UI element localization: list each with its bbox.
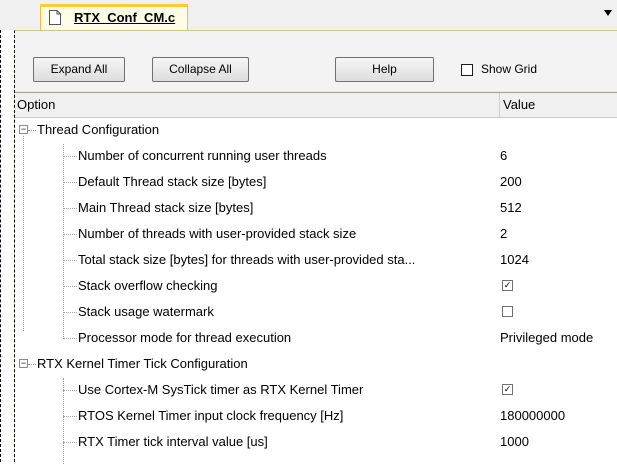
option-value[interactable]: 6 [500, 148, 507, 163]
tree-branch-line [63, 378, 64, 464]
option-value[interactable]: 512 [500, 200, 522, 215]
option-value[interactable]: 180000000 [500, 408, 565, 423]
column-divider[interactable] [499, 93, 500, 117]
tree-connector [63, 156, 77, 157]
tree-item[interactable]: Number of concurrent running user thread… [15, 144, 617, 170]
option-value[interactable]: 1000 [500, 434, 529, 449]
option-label: Default Thread stack size [bytes] [78, 174, 267, 189]
options-grid: Option Value − Thread Configuration Numb… [15, 92, 617, 464]
option-value[interactable]: 200 [500, 174, 522, 189]
tree-item[interactable]: Stack usage watermark [15, 300, 617, 326]
tree-connector [63, 286, 77, 287]
option-label: Main Thread stack size [bytes] [78, 200, 254, 215]
tree-item[interactable]: Use Cortex-M SysTick timer as RTX Kernel… [15, 378, 617, 404]
group-label: RTX Kernel Timer Tick Configuration [37, 356, 248, 371]
tree-connector [63, 260, 77, 261]
show-grid-checkbox[interactable] [461, 64, 473, 76]
expand-all-button[interactable]: Expand All [33, 57, 125, 82]
tab-rtx-conf-file[interactable]: RTX_Conf_CM.c [40, 4, 188, 30]
option-label: Stack usage watermark [78, 304, 214, 319]
tree-connector [63, 338, 77, 339]
option-label: Total stack size [bytes] for threads wit… [78, 252, 416, 267]
option-label: Processor mode for thread execution [78, 330, 292, 345]
tree-connector [63, 208, 77, 209]
value-column-header[interactable]: Value [503, 97, 535, 112]
tab-dropdown-icon[interactable] [604, 10, 612, 16]
collapse-toggle-icon[interactable]: − [19, 125, 28, 134]
tree-item[interactable]: Processor mode for thread execution Priv… [15, 326, 617, 352]
option-column-header[interactable]: Option [17, 97, 55, 112]
option-value[interactable]: 2 [500, 226, 507, 241]
tab-title: RTX_Conf_CM.c [74, 10, 176, 25]
tree-connector [28, 130, 36, 131]
stack-overflow-checkbox[interactable]: ✓ [502, 280, 513, 291]
option-label: RTX Timer tick interval value [us] [78, 434, 268, 449]
tree-item[interactable]: Total stack size [bytes] for threads wit… [15, 248, 617, 274]
tree-connector [63, 416, 77, 417]
toolbar: Expand All Collapse All Help Show Grid [15, 31, 617, 91]
option-label: Stack overflow checking [78, 278, 218, 293]
tree-connector [63, 312, 77, 313]
tree-connector [63, 182, 77, 183]
option-label: RTOS Kernel Timer input clock frequency … [78, 408, 344, 423]
tree-item[interactable]: Default Thread stack size [bytes] 200 [15, 170, 617, 196]
tree-item[interactable]: RTOS Kernel Timer input clock frequency … [15, 404, 617, 430]
tree-connector [63, 442, 77, 443]
collapse-toggle-icon[interactable]: − [19, 359, 28, 368]
tree-branch-line [63, 144, 64, 339]
option-label: Number of threads with user-provided sta… [78, 226, 357, 241]
grid-header: Option Value [15, 93, 617, 118]
tab-strip: RTX_Conf_CM.c [0, 0, 617, 30]
tree-item[interactable]: Number of threads with user-provided sta… [15, 222, 617, 248]
collapse-all-button[interactable]: Collapse All [152, 57, 249, 82]
tree-connector [63, 234, 77, 235]
tree-item[interactable]: Stack overflow checking ✓ [15, 274, 617, 300]
configuration-wizard-panel: Expand All Collapse All Help Show Grid O… [14, 30, 617, 464]
systick-timer-checkbox[interactable]: ✓ [502, 384, 513, 395]
tree-item[interactable]: RTX Timer tick interval value [us] 1000 [15, 430, 617, 456]
tree-connector [63, 390, 77, 391]
show-grid-label: Show Grid [481, 62, 538, 76]
tree-item[interactable]: Main Thread stack size [bytes] 512 [15, 196, 617, 222]
stack-watermark-checkbox[interactable] [502, 306, 513, 317]
file-icon [49, 10, 61, 25]
tree-group-timer-config[interactable]: − RTX Kernel Timer Tick Configuration [15, 352, 617, 378]
option-value[interactable]: 1024 [500, 252, 529, 267]
tree-group-thread-config[interactable]: − Thread Configuration [15, 118, 617, 144]
option-value[interactable]: Privileged mode [500, 330, 593, 345]
option-label: Number of concurrent running user thread… [78, 148, 327, 163]
option-label: Use Cortex-M SysTick timer as RTX Kernel… [78, 382, 364, 397]
help-button[interactable]: Help [335, 57, 434, 82]
tree-connector [28, 364, 36, 365]
group-label: Thread Configuration [37, 122, 160, 137]
